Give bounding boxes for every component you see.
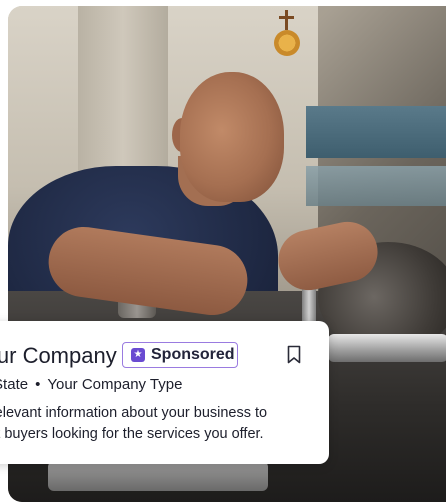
company-location: City, State — [0, 376, 29, 393]
company-name[interactable]: Your Company — [0, 341, 117, 371]
ad-preview: Your Company ★ Sponsored City, State • You… — [0, 0, 446, 502]
meta-separator: • — [35, 376, 41, 393]
description-line: attract buyers looking for the services … — [0, 426, 264, 442]
wall-clock — [274, 30, 300, 56]
bookmark-icon[interactable] — [287, 345, 301, 364]
card-title-row: Your Company ★ Sponsored — [0, 341, 329, 371]
sponsored-badge: ★ Sponsored — [122, 342, 238, 368]
company-meta: City, State • Your Company Type — [0, 375, 182, 395]
cross-icon — [285, 10, 288, 30]
blue-shelf-lower — [306, 166, 446, 206]
metal-rod — [328, 334, 446, 362]
machine-bed — [48, 461, 268, 491]
description-line: Add relevant information about your busi… — [0, 405, 268, 421]
worker-head — [180, 72, 284, 202]
star-shield-icon: ★ — [131, 348, 145, 362]
sponsored-label: Sponsored — [151, 346, 235, 363]
company-type: Your Company Type — [47, 376, 183, 393]
cross-bar — [279, 16, 294, 19]
company-card[interactable]: Your Company ★ Sponsored City, State • You… — [0, 321, 329, 464]
blue-shelf — [306, 106, 446, 158]
company-description: Add relevant information about your busi… — [0, 403, 305, 445]
